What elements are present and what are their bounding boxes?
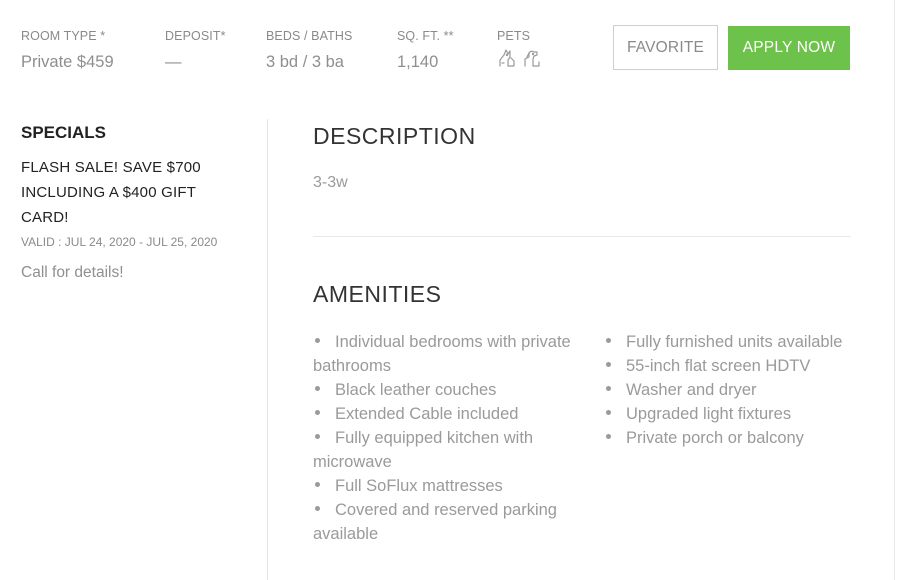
bullet bbox=[315, 410, 320, 416]
stat-room-type: ROOM TYPE * Private $459 bbox=[21, 29, 114, 72]
bullet bbox=[606, 434, 611, 440]
stat-pets: PETS bbox=[497, 29, 541, 68]
room-type-value: Private $459 bbox=[21, 53, 114, 71]
amenity-item: Black leather couches bbox=[313, 378, 573, 402]
sqft-value: 1,140 bbox=[397, 53, 439, 71]
amenity-item: Upgraded light fixtures bbox=[604, 402, 854, 426]
amenity-label: Black leather couches bbox=[335, 381, 497, 399]
special-offer-title: FLASH SALE! SAVE $700 INCLUDING A $400 G… bbox=[21, 159, 201, 226]
amenity-item: 55-inch flat screen HDTV bbox=[604, 354, 854, 378]
pets-icons bbox=[497, 48, 541, 68]
amenity-item: Covered and reserved parking available bbox=[313, 498, 573, 546]
amenities-heading: AMENITIES bbox=[313, 281, 442, 307]
specials-panel: SPECIALS FLASH SALE! SAVE $700 INCLUDING… bbox=[21, 122, 221, 284]
amenity-label: Washer and dryer bbox=[626, 381, 757, 399]
stat-beds-baths: BEDS / BATHS 3 bd / 3 ba bbox=[266, 29, 352, 72]
deposit-label: DEPOSIT* bbox=[165, 29, 226, 43]
amenity-label: Fully equipped kitchen with microwave bbox=[313, 429, 534, 471]
amenity-label: Fully furnished units available bbox=[626, 333, 843, 351]
room-type-label: ROOM TYPE * bbox=[21, 29, 106, 43]
amenity-item: Fully furnished units available bbox=[604, 330, 854, 354]
bullet bbox=[315, 482, 320, 488]
amenity-item: Fully equipped kitchen with microwave bbox=[313, 426, 573, 474]
bullet bbox=[315, 338, 320, 344]
amenity-item: Extended Cable included bbox=[313, 402, 573, 426]
sqft-label: SQ. FT. ** bbox=[397, 29, 454, 43]
right-border bbox=[894, 0, 895, 580]
bullet bbox=[315, 506, 320, 512]
cat-icon bbox=[497, 48, 517, 68]
stat-sqft: SQ. FT. ** 1,140 bbox=[397, 29, 454, 72]
description-text: 3-3w bbox=[313, 174, 348, 191]
amenity-label: Private porch or balcony bbox=[626, 429, 804, 447]
specials-heading: SPECIALS bbox=[21, 123, 107, 142]
bullet bbox=[606, 386, 611, 392]
beds-baths-value: 3 bd / 3 ba bbox=[266, 53, 344, 71]
floorplan-detail-page: ROOM TYPE * Private $459 DEPOSIT* — BEDS… bbox=[0, 0, 904, 580]
bullet bbox=[606, 362, 611, 368]
bullet bbox=[315, 386, 320, 392]
pets-label: PETS bbox=[497, 29, 531, 43]
amenity-label: Full SoFlux mattresses bbox=[335, 477, 503, 495]
amenity-item: Individual bedrooms with private bathroo… bbox=[313, 330, 573, 378]
bullet bbox=[606, 410, 611, 416]
description-heading: DESCRIPTION bbox=[313, 123, 476, 149]
amenity-item: Washer and dryer bbox=[604, 378, 854, 402]
amenity-label: Upgraded light fixtures bbox=[626, 405, 792, 423]
deposit-value: — bbox=[165, 53, 182, 71]
apply-now-button[interactable]: APPLY NOW bbox=[728, 26, 850, 70]
stat-deposit: DEPOSIT* — bbox=[165, 29, 226, 72]
amenity-label: Individual bedrooms with private bathroo… bbox=[313, 333, 571, 375]
amenities-list-left: Individual bedrooms with private bathroo… bbox=[313, 330, 573, 546]
amenity-item: Full SoFlux mattresses bbox=[313, 474, 573, 498]
bullet bbox=[606, 338, 611, 344]
amenity-label: Covered and reserved parking available bbox=[313, 501, 557, 543]
amenity-label: Extended Cable included bbox=[335, 405, 519, 423]
favorite-button[interactable]: FAVORITE bbox=[613, 25, 718, 70]
bullet bbox=[315, 434, 320, 440]
amenity-label: 55-inch flat screen HDTV bbox=[626, 357, 811, 375]
special-offer-note: Call for details! bbox=[21, 264, 124, 281]
dog-icon bbox=[521, 48, 541, 68]
amenity-item: Private porch or balcony bbox=[604, 426, 854, 450]
beds-baths-label: BEDS / BATHS bbox=[266, 29, 353, 43]
amenities-list-right: Fully furnished units available 55-inch … bbox=[604, 330, 854, 450]
special-offer-validity: VALID : JUL 24, 2020 - JUL 25, 2020 bbox=[21, 235, 218, 249]
sidebar-divider bbox=[267, 119, 268, 580]
section-divider bbox=[313, 236, 851, 237]
